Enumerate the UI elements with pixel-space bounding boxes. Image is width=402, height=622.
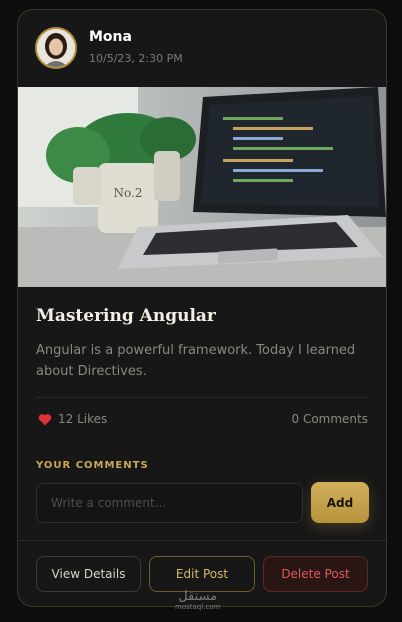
delete-post-button[interactable]: Delete Post [263, 556, 368, 592]
post-card: Mona 10/5/23, 2:30 PM No.2 Mastering Ang… [17, 9, 387, 607]
likes-count: 12 Likes [58, 412, 108, 426]
post-header: Mona 10/5/23, 2:30 PM [18, 10, 386, 86]
view-details-button[interactable]: View Details [36, 556, 141, 592]
comment-input[interactable] [36, 483, 303, 523]
post-timestamp: 10/5/23, 2:30 PM [89, 52, 183, 65]
comments-section-label: YOUR COMMENTS [36, 460, 149, 471]
heart-icon [38, 413, 52, 425]
watermark-url: mostaql.com [175, 603, 221, 611]
post-title: Mastering Angular [36, 306, 216, 326]
comments-count[interactable]: 0 Comments [292, 412, 369, 426]
add-comment-button[interactable]: Add [311, 482, 369, 523]
post-image: No.2 [18, 87, 386, 287]
post-description: Angular is a powerful framework. Today I… [36, 343, 356, 379]
svg-text:No.2: No.2 [114, 186, 143, 200]
avatar[interactable] [35, 27, 77, 69]
divider [36, 397, 368, 398]
divider [18, 540, 386, 541]
like-button[interactable]: 12 Likes [38, 412, 107, 426]
watermark-text: مستقل [178, 589, 218, 604]
edit-post-button[interactable]: Edit Post [149, 556, 255, 592]
author-name[interactable]: Mona [89, 29, 132, 45]
watermark-logo: مستقل mostaql.com [175, 590, 220, 611]
